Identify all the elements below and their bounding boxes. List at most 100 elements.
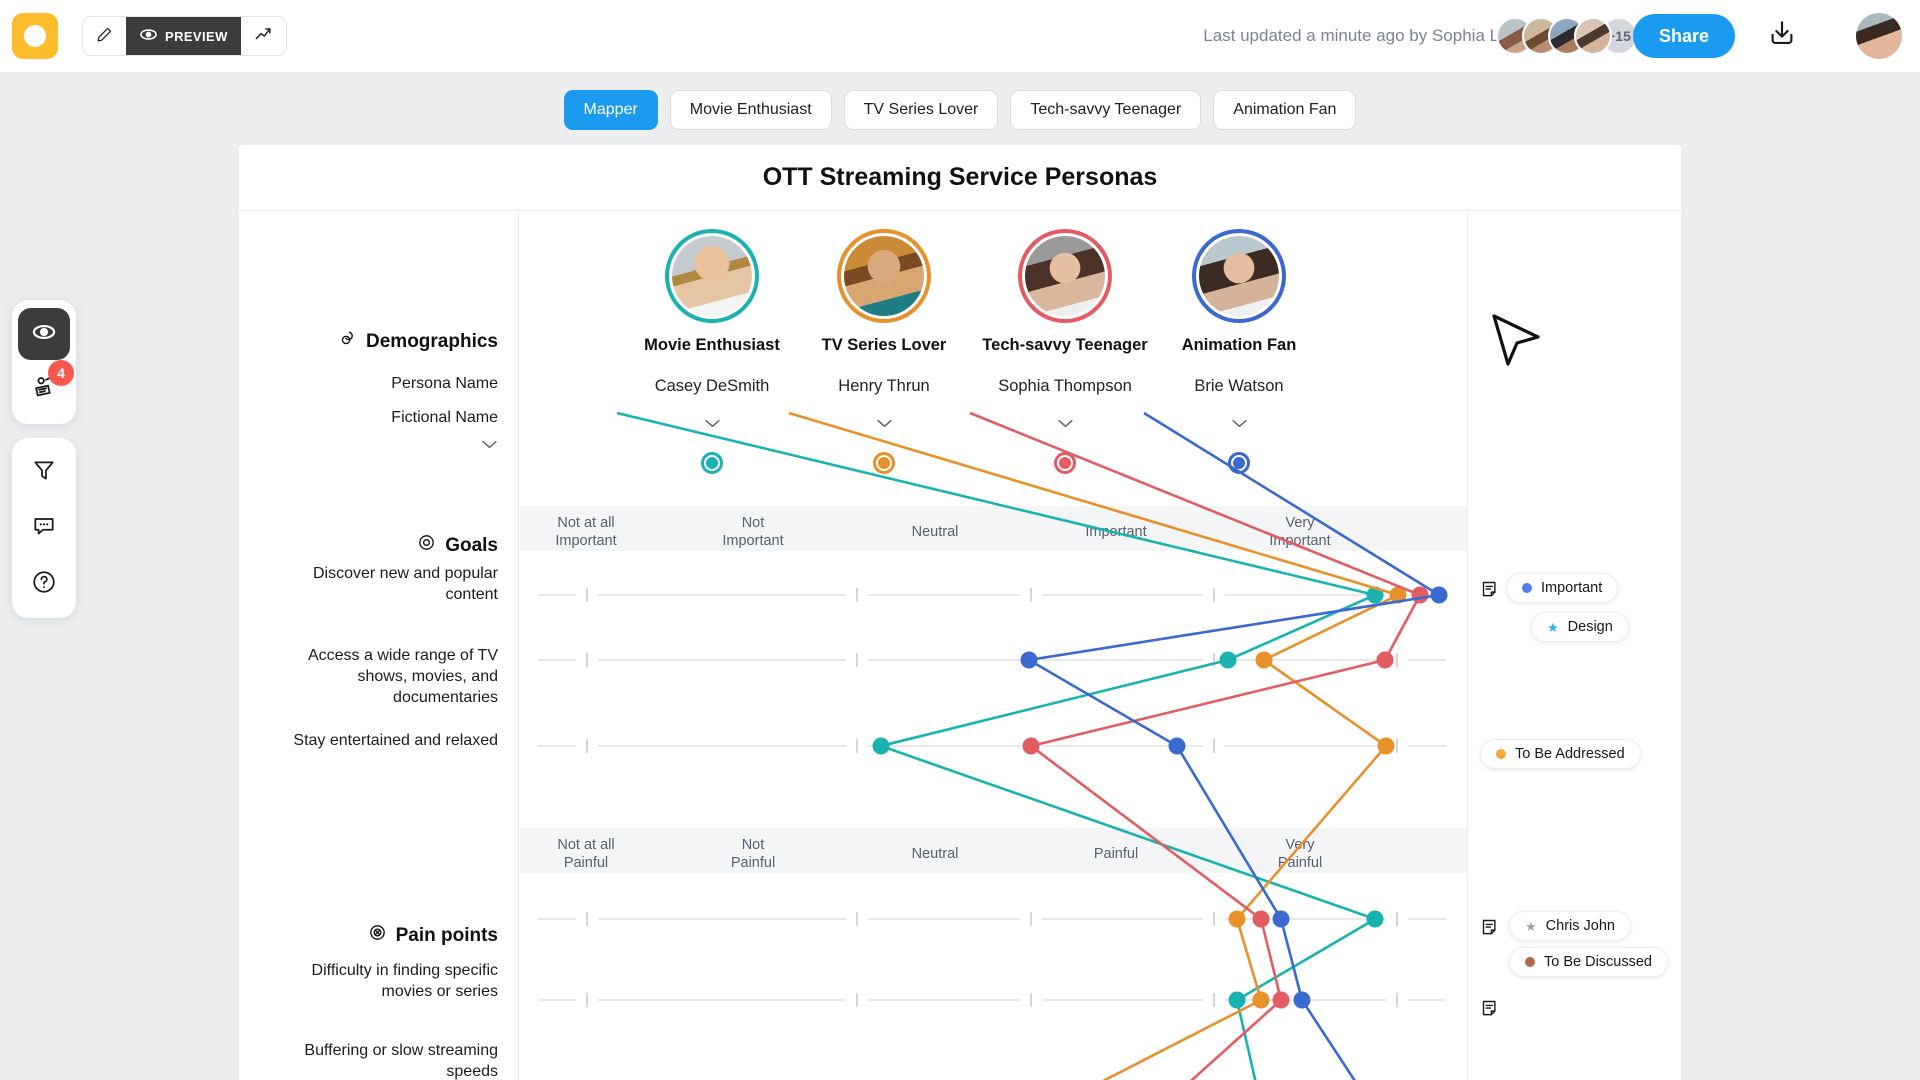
legend-star-icon: ★ [1525, 918, 1537, 934]
edit-mode-button[interactable] [83, 17, 126, 55]
legend-chip-to-be-addressed[interactable]: To Be Addressed [1480, 739, 1641, 769]
tab-label: TV Series Lover [863, 101, 979, 118]
avatar[interactable] [1574, 17, 1612, 55]
legend-chip-to-be-discussed[interactable]: To Be Discussed [1509, 947, 1668, 977]
goal-row-label-2: Access a wide range of TV shows, movies,… [307, 647, 498, 706]
legend-chip-chris-john[interactable]: ★ Chris John [1509, 911, 1631, 941]
persona-name: Casey DeSmith [654, 377, 770, 395]
persona-name: Henry Thrun [838, 377, 930, 395]
mouse-cursor-icon [1488, 312, 1544, 379]
persona-series-marker [1054, 452, 1076, 474]
rail-item-comments[interactable] [18, 502, 70, 554]
persona-card-1[interactable]: TV Series Lover Henry Thrun [789, 229, 979, 474]
tab-tv-series-lover[interactable]: TV Series Lover [843, 90, 999, 130]
board-grid: Demographics Persona Name Fictional Name… [239, 211, 1681, 1080]
legend-dot-icon [1496, 749, 1506, 759]
logo-inner-dot [24, 25, 46, 47]
persona-card-0[interactable]: Movie Enthusiast Casey DeSmith [617, 229, 807, 474]
chevron-down-icon[interactable] [1144, 416, 1334, 434]
persona-series-marker [873, 452, 895, 474]
rail-item-preview[interactable] [18, 308, 70, 360]
scale-tick-label: Not at all Painful [557, 837, 615, 871]
legend-label: To Be Addressed [1515, 746, 1625, 762]
persona-role: TV Series Lover [821, 336, 947, 354]
last-updated-text: Last updated a minute ago by Sophia Lee [1203, 26, 1518, 45]
tab-label: Animation Fan [1233, 101, 1337, 118]
scale-tick-label: Neutral [911, 524, 959, 540]
legend-chip-design[interactable]: ★ Design [1531, 612, 1629, 642]
section-header-demographics[interactable]: Demographics [338, 329, 498, 354]
section-header-goals[interactable]: Goals [417, 533, 498, 558]
goal-row-label-3: Stay entertained and relaxed [293, 732, 498, 749]
plot-area: Movie Enthusiast Casey DeSmith TV Series… [520, 211, 1467, 1080]
section-label: Pain points [395, 924, 498, 946]
avatar [844, 236, 924, 316]
avatar [672, 236, 752, 316]
tab-mapper[interactable]: Mapper [563, 90, 658, 130]
scale-band-painpoints: Not at all Painful Not Painful Neutral P… [520, 828, 1467, 873]
field-label-fictional-name: Fictional Name [391, 409, 498, 426]
chevron-down-icon[interactable] [789, 416, 979, 434]
tab-movie-enthusiast[interactable]: Movie Enthusiast [669, 90, 832, 130]
rail-item-presenter[interactable]: 4 [18, 360, 74, 416]
pain-row-label-1: Difficulty in finding specific movies or… [311, 962, 498, 1000]
rail-item-help[interactable] [18, 558, 70, 610]
rail-item-filter[interactable] [18, 446, 70, 498]
legend-label: Important [1541, 580, 1603, 596]
download-icon[interactable] [1767, 19, 1797, 54]
share-button[interactable]: Share [1632, 14, 1735, 58]
persona-avatar-ring [1018, 229, 1112, 323]
account-avatar[interactable] [1856, 13, 1902, 59]
demographics-collapse-toggle[interactable] [481, 437, 498, 455]
gridlines [538, 594, 1446, 1001]
rail-group-primary: 4 [12, 300, 76, 424]
sticky-note-icon [1480, 917, 1501, 943]
pain-row-label-2: Buffering or slow streaming speeds [304, 1042, 498, 1080]
legend-chip-important[interactable]: Important [1506, 573, 1619, 603]
scale-band-goals: Not at all Important Not Important Neutr… [520, 506, 1467, 551]
sticky-note-icon [1480, 998, 1501, 1024]
rail-group-secondary [12, 438, 76, 618]
persona-name: Brie Watson [1194, 377, 1284, 395]
persona-role: Movie Enthusiast [644, 336, 780, 354]
persona-board: OTT Streaming Service Personas Demograph… [239, 145, 1681, 1080]
chevron-down-icon[interactable] [617, 416, 807, 434]
persona-name: Sophia Thompson [998, 377, 1132, 395]
section-header-painpoints[interactable]: Pain points [368, 923, 498, 948]
legend-star-icon: ★ [1547, 619, 1559, 635]
scale-tick-label: Not Painful [730, 837, 776, 871]
question-circle-icon [31, 569, 57, 600]
tab-label: Tech-savvy Teenager [1030, 101, 1182, 118]
legend-label: Chris John [1545, 918, 1615, 934]
avatar [1199, 236, 1279, 316]
persona-card-2[interactable]: Tech-savvy Teenager Sophia Thompson [970, 229, 1160, 474]
avatar [1025, 236, 1105, 316]
analytics-mode-button[interactable] [241, 17, 286, 55]
collaborator-avatars[interactable]: +15 [1496, 17, 1638, 55]
axis-ticks [586, 588, 1398, 1007]
left-toolbar: 4 [12, 300, 76, 632]
preview-mode-button[interactable]: PREVIEW [126, 17, 241, 55]
legend-dot-icon [1522, 583, 1532, 593]
row-label-column: Demographics Persona Name Fictional Name… [239, 211, 519, 1080]
tab-tech-savvy-teenager[interactable]: Tech-savvy Teenager [1010, 90, 1202, 130]
persona-card-3[interactable]: Animation Fan Brie Watson [1144, 229, 1334, 474]
persona-series-marker [701, 452, 723, 474]
filter-icon [31, 457, 57, 488]
page-title: OTT Streaming Service Personas [239, 145, 1681, 211]
app-logo[interactable] [12, 13, 58, 59]
chevron-down-icon[interactable] [970, 416, 1160, 434]
field-label-persona-name: Persona Name [391, 375, 498, 392]
legend-dot-icon [1525, 957, 1535, 967]
tab-animation-fan[interactable]: Animation Fan [1213, 90, 1357, 130]
persona-role: Animation Fan [1181, 336, 1297, 354]
eye-icon [31, 319, 57, 350]
crosshair-icon [368, 923, 387, 948]
scale-tick-label: Very Important [1269, 515, 1331, 549]
comment-dots-icon [31, 513, 57, 544]
tab-label: Mapper [583, 101, 638, 118]
legend-label: Design [1567, 619, 1613, 635]
pencil-icon [96, 26, 113, 46]
persona-avatar-ring [665, 229, 759, 323]
legend-label: To Be Discussed [1544, 954, 1652, 970]
